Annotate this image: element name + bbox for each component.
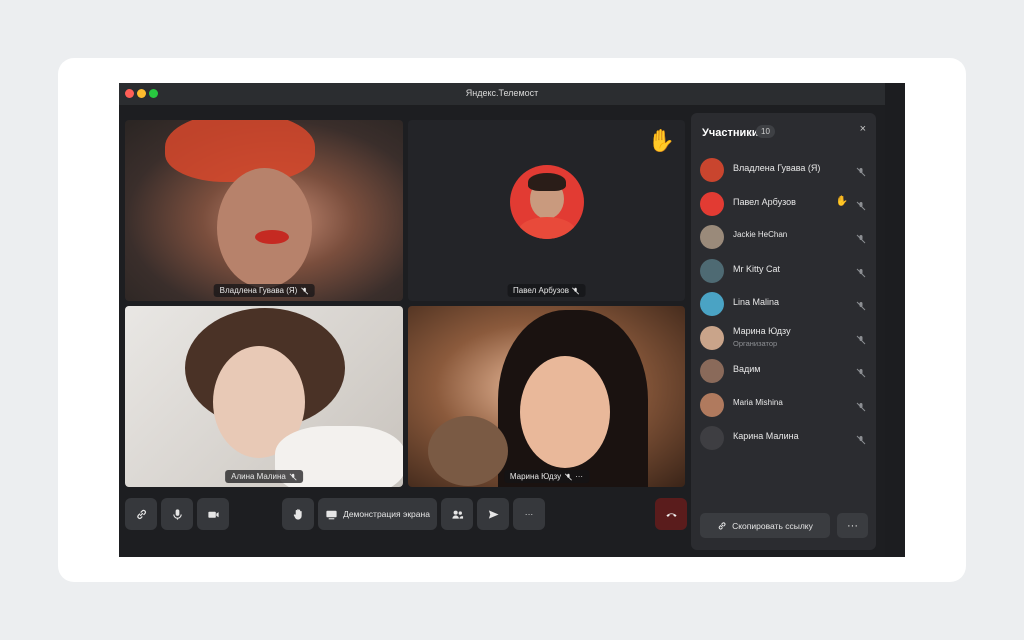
participant-name: Maria Mishina	[733, 397, 783, 407]
title-bar: Яндекс.Телемост	[119, 83, 885, 106]
participant-name: Jackie HeChan	[733, 230, 788, 239]
lips-shape	[255, 230, 289, 244]
end-call-button[interactable]	[655, 498, 687, 530]
video-tile-marina[interactable]: Марина Юдзу ···	[408, 306, 685, 487]
raised-hand-icon: ✋	[835, 195, 848, 207]
tile-label: Павел Арбузов	[507, 284, 586, 297]
face-shape	[520, 356, 610, 468]
more-options-button[interactable]: ···	[513, 498, 545, 530]
avatar-shirt	[518, 217, 576, 239]
app-window: Яндекс.Телемост Владлена Гувава (Я) ✋ Па…	[119, 83, 905, 557]
mic-off-icon	[289, 473, 297, 480]
mic-off-icon	[856, 164, 866, 182]
video-tile-pavel[interactable]: ✋ Павел Арбузов	[408, 120, 685, 301]
participants-panel: Участники 10 × Владлена Гувава (Я) Павел…	[691, 113, 876, 550]
screen-share-label: Демонстрация экрана	[343, 509, 430, 519]
participants-button[interactable]	[441, 498, 473, 530]
copy-link-button[interactable]: Скопировать ссылку	[700, 513, 830, 538]
avatar	[700, 359, 724, 383]
more-icon: ···	[847, 519, 858, 532]
camera-button[interactable]	[197, 498, 229, 530]
plush-toy-shape	[428, 416, 508, 486]
link-icon	[136, 509, 146, 519]
participant-name: Lina Malina	[733, 297, 780, 307]
mic-off-icon	[856, 265, 866, 283]
video-tile-alina[interactable]: Алина Малина	[125, 306, 403, 487]
end-call-icon	[665, 512, 677, 517]
participant-name: Вадим	[733, 364, 761, 374]
mic-off-icon	[856, 399, 866, 417]
list-item[interactable]: Марина Юдзу Организатор	[691, 321, 876, 355]
participant-name: Марина Юдзу	[733, 325, 791, 336]
raise-hand-icon	[293, 508, 302, 520]
copy-link-label: Скопировать ссылку	[732, 520, 813, 531]
microphone-button[interactable]	[161, 498, 193, 530]
microphone-icon	[172, 508, 182, 520]
panel-more-button[interactable]: ···	[837, 513, 868, 538]
list-item[interactable]: Владлена Гувава (Я)	[691, 153, 876, 187]
mic-off-icon	[856, 365, 866, 383]
participant-name: Владлена Гувава (Я)	[733, 163, 821, 173]
call-stage: Владлена Гувава (Я) ✋ Павел Арбузов Алин…	[119, 106, 885, 557]
participant-name: Mr Kitty Cat	[733, 263, 781, 274]
mic-off-icon	[856, 298, 866, 316]
mic-off-icon	[856, 198, 866, 216]
video-tile-vladlena[interactable]: Владлена Гувава (Я)	[125, 120, 403, 301]
participant-name: Павел Арбузов	[733, 196, 796, 207]
raise-hand-button[interactable]	[282, 498, 314, 530]
list-item[interactable]: Карина Малина	[691, 421, 876, 455]
avatar	[700, 392, 724, 417]
call-controls: Демонстрация экрана ···	[119, 498, 689, 538]
avatar	[700, 258, 724, 283]
copy-link-button[interactable]	[125, 498, 157, 530]
participant-count-badge: 10	[756, 125, 775, 138]
close-panel-icon[interactable]: ×	[860, 123, 866, 135]
participant-name: Карина Малина	[733, 431, 799, 441]
send-button[interactable]	[477, 498, 509, 530]
list-item[interactable]: Lina Malina	[691, 287, 876, 321]
more-options-icon[interactable]: ···	[575, 472, 583, 481]
list-item[interactable]: Jackie HeChan	[691, 220, 876, 254]
avatar-hair	[528, 173, 566, 191]
mic-off-icon	[572, 287, 580, 294]
list-item[interactable]: Mr Kitty Cat	[691, 254, 876, 288]
avatar-pavel	[510, 165, 584, 239]
participant-list: Владлена Гувава (Я) Павел Арбузов ✋ Jack…	[691, 153, 876, 455]
tile-label: Марина Юдзу ···	[503, 470, 590, 483]
tile-label: Алина Малина	[225, 470, 303, 483]
raised-hand-icon: ✋	[647, 128, 675, 153]
avatar	[700, 292, 724, 316]
camera-icon	[207, 511, 219, 518]
screen-share-button[interactable]: Демонстрация экрана	[318, 498, 437, 530]
list-item[interactable]: Вадим	[691, 354, 876, 388]
avatar	[700, 426, 724, 450]
tile-label: Владлена Гувава (Я)	[213, 284, 315, 297]
more-icon: ···	[524, 509, 534, 519]
link-icon	[718, 521, 726, 529]
participants-icon	[451, 510, 463, 519]
mic-off-icon	[300, 287, 308, 294]
mic-off-icon	[856, 231, 866, 249]
participant-role: Организатор	[733, 338, 778, 348]
list-item[interactable]: Павел Арбузов ✋	[691, 187, 876, 221]
avatar	[700, 225, 724, 249]
face-shape	[217, 168, 312, 288]
panel-title: Участники	[702, 127, 759, 139]
list-item[interactable]: Maria Mishina	[691, 388, 876, 422]
window-title: Яндекс.Телемост	[465, 88, 539, 98]
screen-share-icon	[326, 510, 337, 519]
mic-off-icon	[564, 473, 572, 480]
window-edge	[885, 83, 905, 557]
mic-off-icon	[856, 432, 866, 450]
avatar	[700, 191, 724, 216]
send-icon	[488, 509, 499, 519]
avatar	[700, 158, 724, 182]
visor-shape	[165, 120, 315, 182]
mic-off-icon	[856, 332, 866, 350]
avatar	[700, 325, 724, 350]
